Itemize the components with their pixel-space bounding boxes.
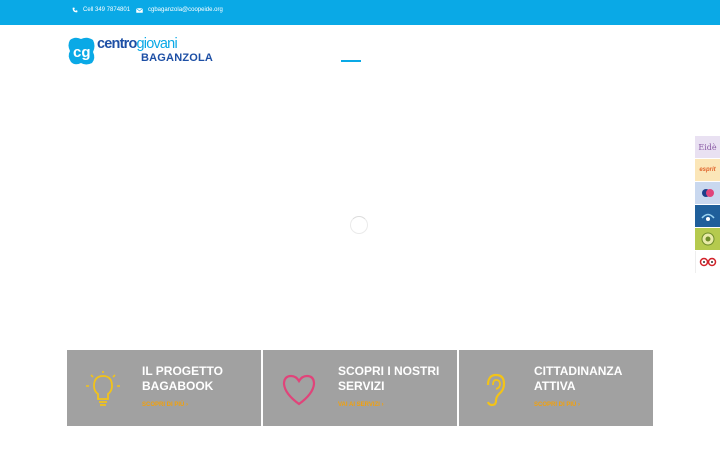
card-servizi[interactable]: SCOPRI I NOSTRI SERVIZI VAI AI SERVIZI › (263, 350, 457, 426)
phone-icon (72, 7, 78, 13)
ear-icon (486, 373, 506, 407)
card-title: IL PROGETTO BAGABOOK (142, 364, 223, 393)
partner-4-logo-icon (700, 213, 715, 221)
loading-spinner-icon (350, 216, 368, 234)
card-title: CITTADINANZA ATTIVA (534, 364, 622, 393)
logo-wordmark: centrogiovani (97, 36, 178, 52)
card-cittadinanza[interactable]: CITTADINANZA ATTIVA SCOPRI DI PIÙ › (459, 350, 653, 426)
logo-subtitle: BAGANZOLA (141, 52, 214, 64)
nav-active-indicator (341, 60, 361, 62)
card-cta-label: SCOPRI DI PIÙ (534, 402, 577, 408)
envelope-icon (136, 7, 143, 13)
logo-mark-text: cg (73, 44, 91, 61)
feature-cards: IL PROGETTO BAGABOOK SCOPRI DI PIÙ › SCO… (67, 350, 653, 426)
chevron-right-icon: › (186, 402, 189, 408)
card-cta-label: SCOPRI DI PIÙ (142, 402, 185, 408)
partner-sidebar: Eidè esprit (695, 136, 720, 274)
card-cta-link[interactable]: SCOPRI DI PIÙ › (534, 402, 580, 408)
phone-contact[interactable]: Cell 349 7874801 (72, 7, 130, 13)
chevron-right-icon: › (381, 402, 384, 408)
logo-word-centro: centro (97, 36, 137, 52)
logo-mark-icon: cg (68, 37, 95, 65)
card-cta-link[interactable]: VAI AI SERVIZI › (338, 402, 384, 408)
partner-6-logo-icon (699, 257, 717, 267)
lightbulb-icon (86, 371, 120, 406)
partner-3-logo-icon (701, 189, 714, 197)
email-text: cgbaganzola@coopeide.org (148, 7, 223, 13)
heart-icon (282, 374, 316, 406)
partner-eide-label: Eidè (698, 142, 717, 152)
card-cta-link[interactable]: SCOPRI DI PIÙ › (142, 402, 188, 408)
phone-text: Cell 349 7874801 (83, 7, 131, 13)
partner-4-link[interactable] (695, 205, 720, 227)
card-cta-label: VAI AI SERVIZI (338, 402, 380, 408)
site-logo[interactable]: cg centrogiovani BAGANZOLA (67, 36, 213, 66)
card-bagabook[interactable]: IL PROGETTO BAGABOOK SCOPRI DI PIÙ › (67, 350, 261, 426)
email-contact[interactable]: cgbaganzola@coopeide.org (136, 7, 223, 13)
partner-3-link[interactable] (695, 182, 720, 204)
logo-word-giovani: giovani (136, 36, 178, 52)
partner-esprit-link[interactable]: esprit (695, 159, 720, 181)
partner-esprit-label: esprit (699, 167, 716, 173)
partner-eide-link[interactable]: Eidè (695, 136, 720, 158)
card-title: SCOPRI I NOSTRI SERVIZI (338, 364, 440, 393)
chevron-right-icon: › (578, 402, 581, 408)
partner-5-link[interactable] (695, 228, 720, 250)
top-bar: Cell 349 7874801 cgbaganzola@coopeide.or… (0, 0, 720, 25)
partner-6-link[interactable] (695, 251, 720, 273)
partner-5-logo-icon (701, 232, 714, 246)
